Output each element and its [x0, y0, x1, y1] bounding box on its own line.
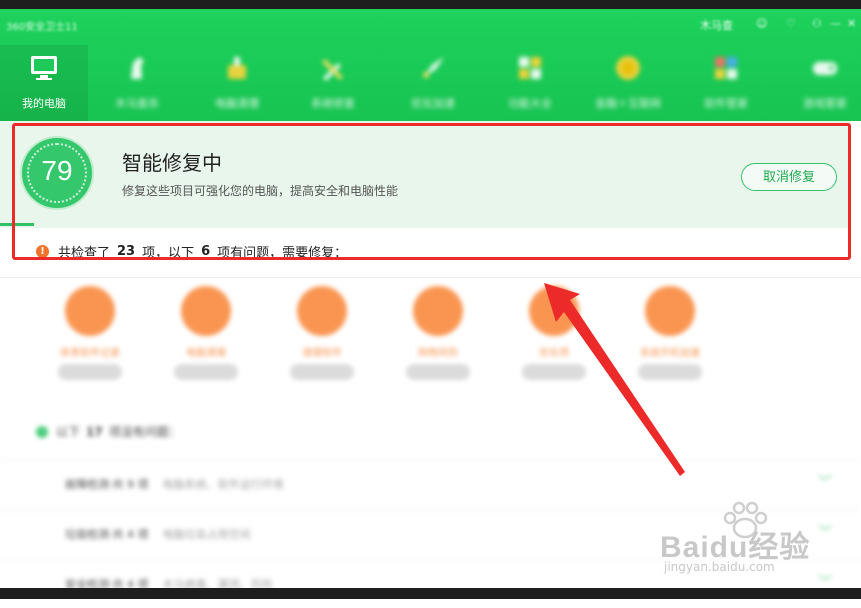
window-bottom-edge — [0, 588, 861, 599]
watermark-url: jingyan.baidu.com — [664, 560, 775, 574]
baidu-watermark: Baidu经验 jingyan.baidu.com — [660, 500, 850, 580]
